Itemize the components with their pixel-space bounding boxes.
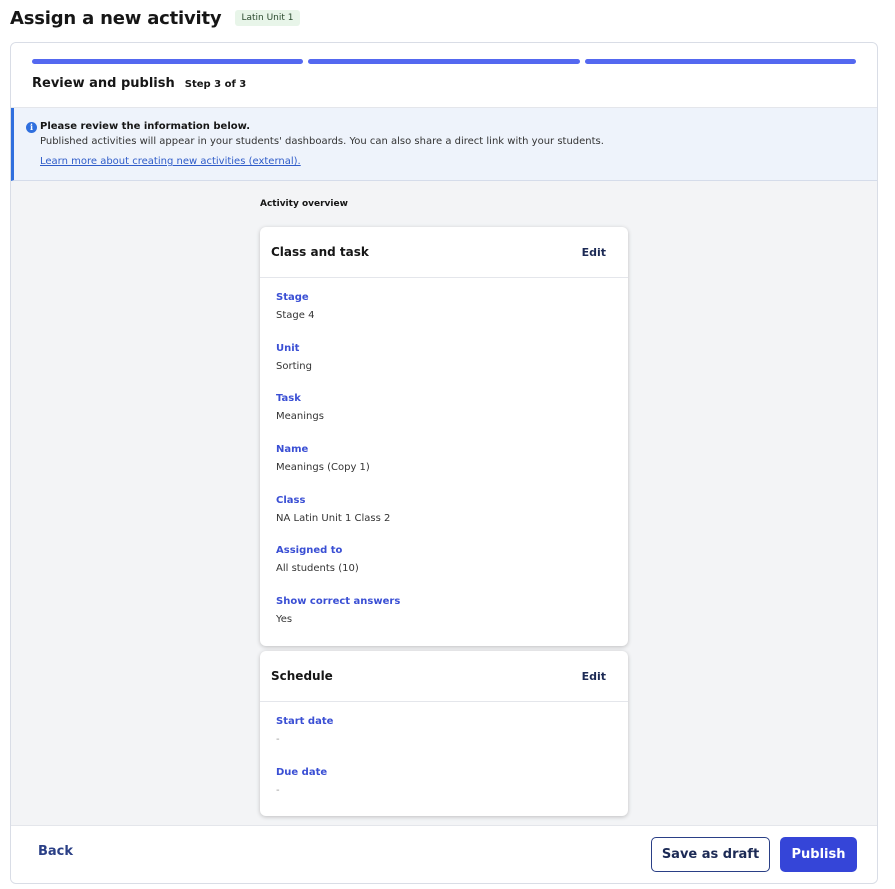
publish-button[interactable]: Publish — [780, 837, 857, 872]
stepper: Review and publish Step 3 of 3 — [11, 43, 877, 108]
info-notice: i Please review the information below. P… — [11, 108, 877, 181]
field-start-date: Start date - — [276, 715, 612, 766]
field-label: Show correct answers — [276, 596, 401, 608]
card-title: Class and task — [271, 245, 369, 259]
page-title: Assign a new activity — [10, 7, 222, 29]
field-name: Name Meanings (Copy 1) — [276, 443, 612, 494]
progress-step-1 — [32, 59, 304, 64]
learn-more-link[interactable]: Learn more about creating new activities… — [40, 154, 301, 169]
unit-badge: Latin Unit 1 — [235, 10, 300, 26]
step-count: Step 3 of 3 — [184, 79, 247, 90]
field-label: Class — [276, 494, 306, 506]
field-value: - — [276, 784, 280, 796]
edit-schedule-button[interactable]: Edit — [582, 670, 606, 683]
progress-step-2 — [308, 59, 580, 64]
card-body: Start date - Due date - — [260, 702, 628, 816]
field-value: - — [276, 734, 280, 745]
field-value: NA Latin Unit 1 Class 2 — [276, 512, 391, 524]
field-label: Start date — [276, 716, 334, 727]
card-body: Stage Stage 4 Unit Sorting Task Meanings… — [260, 278, 628, 646]
activity-overview-label: Activity overview — [260, 199, 348, 209]
field-value: Yes — [276, 614, 293, 626]
field-show-correct-answers: Show correct answers Yes — [276, 595, 612, 646]
field-label: Unit — [276, 342, 300, 354]
field-class: Class NA Latin Unit 1 Class 2 — [276, 494, 612, 545]
progress-step-3 — [584, 59, 856, 64]
field-label: Assigned to — [276, 545, 343, 557]
field-label: Name — [276, 444, 309, 456]
field-stage: Stage Stage 4 — [276, 291, 612, 342]
class-and-task-card: Class and task Edit Stage Stage 4 Unit S… — [260, 227, 628, 646]
field-label: Due date — [276, 766, 328, 778]
field-task: Task Meanings — [276, 392, 612, 443]
card-title: Schedule — [271, 669, 333, 683]
field-value: Meanings (Copy 1) — [276, 462, 370, 474]
field-value: All students (10) — [276, 563, 359, 575]
field-label: Task — [276, 393, 301, 405]
field-assigned-to: Assigned to All students (10) — [276, 544, 612, 595]
field-value: Meanings — [276, 411, 324, 423]
schedule-card: Schedule Edit Start date - Due date - — [260, 651, 628, 817]
progress-bar — [32, 59, 856, 64]
info-icon: i — [26, 122, 37, 133]
info-text: Published activities will appear in your… — [40, 136, 604, 147]
card-header: Schedule Edit — [260, 651, 628, 702]
field-value: Sorting — [276, 360, 312, 372]
info-title: Please review the information below. — [40, 121, 251, 132]
field-unit: Unit Sorting — [276, 342, 612, 393]
step-title: Review and publish — [32, 76, 175, 91]
field-due-date: Due date - — [276, 766, 612, 817]
page-header: Assign a new activity Latin Unit 1 — [10, 6, 300, 30]
step-title-row: Review and publish Step 3 of 3 — [32, 76, 246, 91]
back-button[interactable]: Back — [38, 844, 73, 859]
field-value: Stage 4 — [276, 310, 315, 321]
wizard-panel: Review and publish Step 3 of 3 i Please … — [10, 42, 878, 884]
card-header: Class and task Edit — [260, 227, 628, 278]
field-label: Stage — [276, 292, 309, 303]
save-as-draft-button[interactable]: Save as draft — [651, 837, 770, 872]
edit-class-task-button[interactable]: Edit — [582, 246, 606, 259]
wizard-footer: Back Save as draft Publish — [11, 825, 877, 883]
